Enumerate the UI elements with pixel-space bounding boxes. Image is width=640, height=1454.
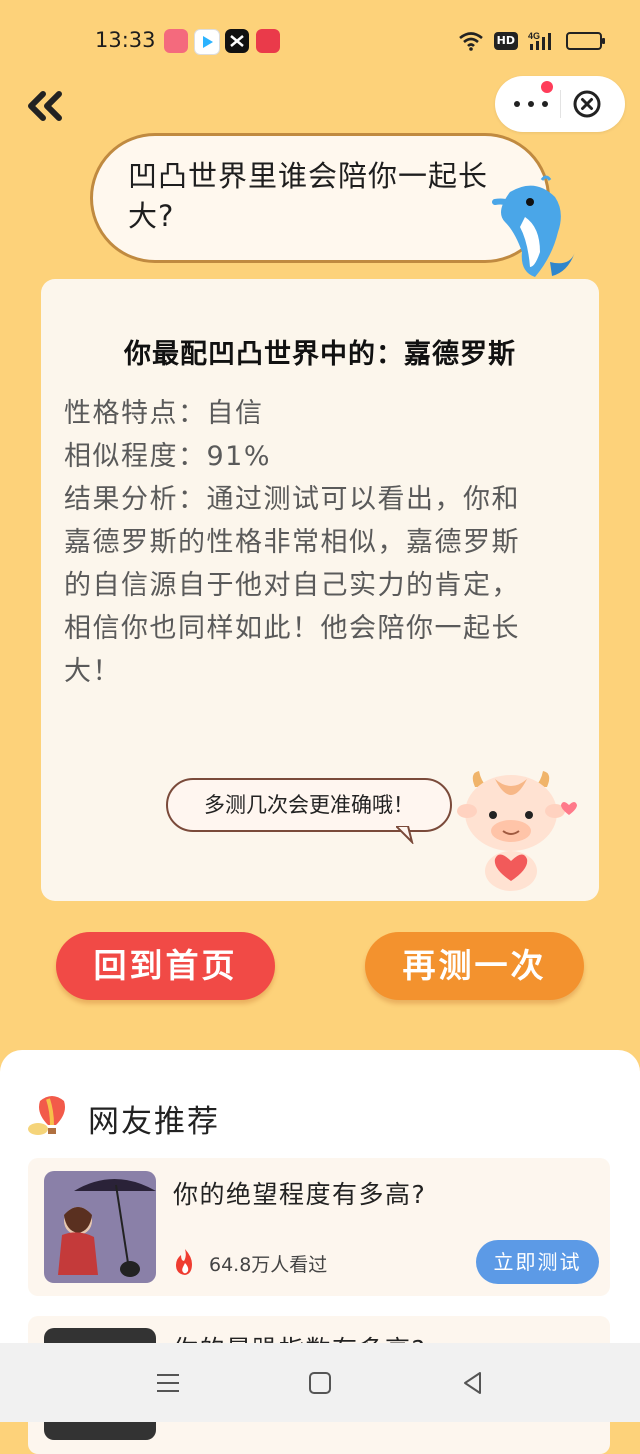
- tip-text: 多测几次会更准确哦！: [204, 793, 414, 817]
- svg-text:4G: 4G: [528, 31, 540, 41]
- result-analysis-line: 嘉德罗斯的性格非常相似，嘉德罗斯: [64, 527, 520, 558]
- more-dots-icon: [514, 101, 548, 107]
- back-button[interactable]: [25, 88, 69, 124]
- recommend-thumbnail[interactable]: [44, 1171, 156, 1283]
- back-home-button[interactable]: 回到首页: [56, 932, 275, 1000]
- result-title: 你最配凹凸世界中的：嘉德罗斯: [124, 339, 516, 370]
- recommend-item-title[interactable]: 你的绝望程度有多高?: [173, 1175, 426, 1211]
- hot-air-balloon-icon: [28, 1096, 65, 1135]
- app-icon-capcut: [225, 29, 249, 53]
- battery-icon: [566, 32, 605, 50]
- result-analysis-line: 结果分析：通过测试可以看出，你和: [64, 484, 520, 515]
- fire-icon: [176, 1249, 192, 1275]
- result-analysis-line: 相信你也同样如此！他会陪你一起长: [64, 613, 520, 644]
- menu-icon[interactable]: [155, 1370, 181, 1396]
- view-count: 64.8万人看过: [209, 1254, 328, 1276]
- capsule-divider: [560, 90, 561, 118]
- close-circle-icon: [573, 90, 601, 118]
- result-analysis-line: 大！: [64, 656, 121, 687]
- cow-mascot-icon: [457, 771, 577, 891]
- wifi-icon: [458, 32, 483, 51]
- start-test-button[interactable]: 立即测试: [476, 1240, 599, 1284]
- back-triangle-icon[interactable]: [460, 1370, 486, 1396]
- app-icon-red: [256, 29, 280, 53]
- app-icon-video: [194, 29, 220, 55]
- status-time: 13:33: [95, 28, 156, 52]
- notification-dot: [541, 81, 553, 93]
- result-similarity: 相似程度：91%: [64, 441, 272, 472]
- double-chevron-left-icon: [28, 91, 62, 121]
- app-icon-pink: [164, 29, 188, 53]
- status-bar: 13:33 HD 4G: [0, 0, 640, 80]
- more-button[interactable]: [511, 94, 551, 114]
- result-trait: 性格特点：自信: [64, 398, 264, 429]
- mini-program-capsule: [495, 76, 625, 132]
- retry-test-button[interactable]: 再测一次: [365, 932, 584, 1000]
- result-analysis-line: 的自信源自于他对自己实力的肯定，: [64, 570, 520, 601]
- dolphin-mascot-icon: [492, 175, 575, 277]
- recommend-title: 网友推荐: [88, 1104, 220, 1140]
- girl-umbrella-illustration: [44, 1171, 156, 1283]
- signal-icon: 4G: [528, 31, 551, 50]
- question-text: 凹凸世界里谁会陪你一起长大?: [128, 159, 489, 233]
- status-icons: HD 4G: [458, 27, 605, 55]
- system-nav-bar: [0, 1343, 640, 1422]
- hd-badge: HD: [493, 32, 518, 50]
- home-icon[interactable]: [307, 1370, 333, 1396]
- close-button[interactable]: [573, 90, 601, 118]
